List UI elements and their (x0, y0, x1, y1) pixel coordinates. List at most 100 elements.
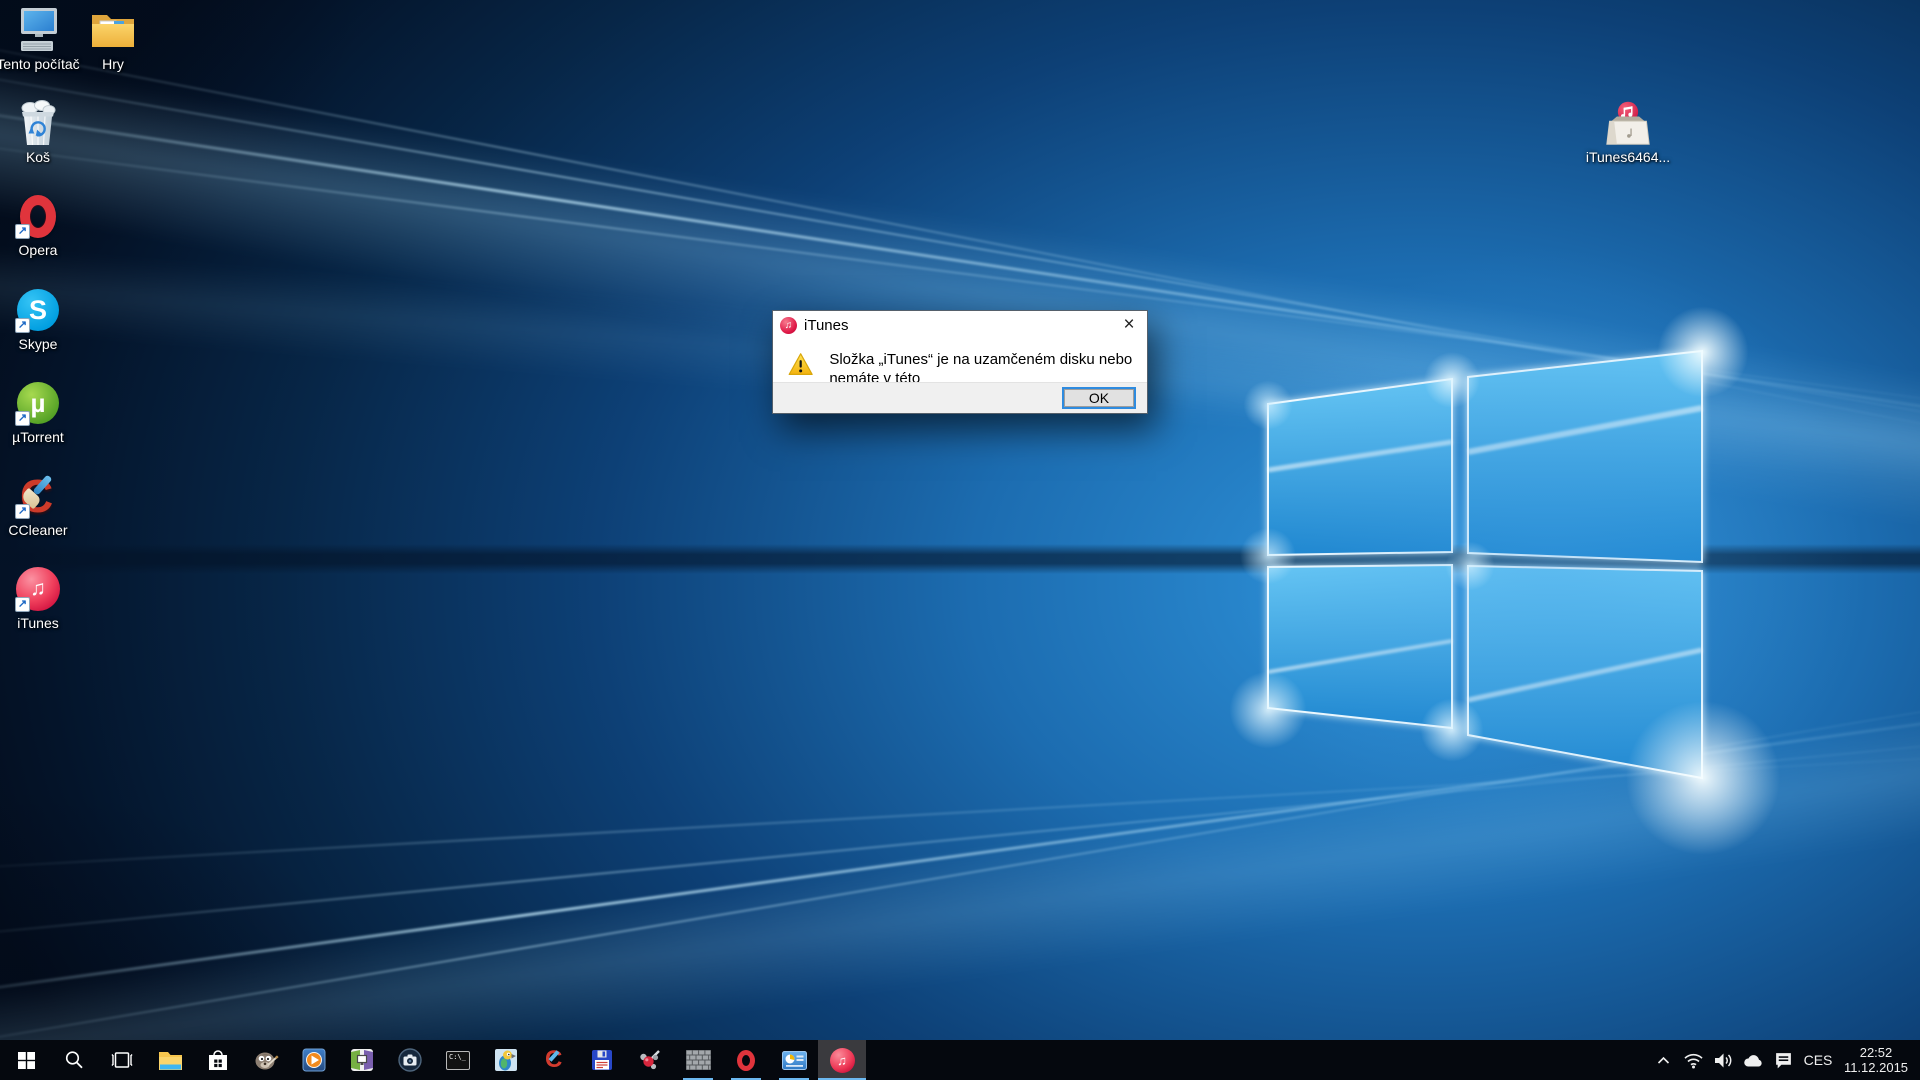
desktop-icon-opera[interactable]: ↗ Opera (0, 192, 76, 258)
glow-spot (1435, 531, 1505, 601)
itunes-icon: ♫ (830, 1048, 855, 1073)
shortcut-overlay-icon: ↗ (15, 318, 30, 333)
gimp-icon (253, 1048, 279, 1072)
irfanview-button[interactable] (482, 1040, 530, 1080)
desktop-icon-games[interactable]: Hry (75, 6, 151, 72)
file-explorer-icon (158, 1049, 183, 1071)
firewall-app-button[interactable] (674, 1040, 722, 1080)
tray-volume-button[interactable] (1710, 1040, 1736, 1080)
search-icon (64, 1050, 84, 1070)
desktop-icon-recycle-bin[interactable]: Koš (0, 99, 76, 165)
wifi-icon (1683, 1052, 1704, 1069)
desktop-icon-label: Hry (102, 56, 124, 72)
brick-wall-icon (686, 1050, 711, 1070)
desktop-icon-label: Skype (19, 336, 58, 352)
desktop-icon-itunes-installer[interactable]: iTunes6464... (1590, 99, 1666, 165)
itunes-title-icon: ♫ (780, 317, 797, 334)
desktop-icon-label: Opera (19, 242, 58, 258)
tray-onedrive-button[interactable] (1740, 1040, 1766, 1080)
ccleaner-icon: C ↗ (14, 472, 62, 520)
command-prompt-icon: C:\_ (446, 1051, 470, 1070)
utorrent-icon: µ ↗ (14, 379, 62, 427)
camera-icon (398, 1048, 422, 1072)
molecule-app-button[interactable] (626, 1040, 674, 1080)
shortcut-overlay-icon: ↗ (15, 597, 30, 612)
glow-spot (1213, 655, 1323, 765)
file-explorer-button[interactable] (146, 1040, 194, 1080)
dialog-titlebar[interactable]: ♫ iTunes × (773, 311, 1147, 339)
opera-icon: ↗ (14, 192, 62, 240)
task-view-icon (111, 1051, 133, 1069)
desktop-icon-label: iTunes6464... (1586, 149, 1670, 165)
capture-icon (350, 1048, 374, 1072)
recycle-bin-icon (14, 99, 62, 147)
start-button[interactable] (2, 1040, 50, 1080)
taskbar-clock[interactable]: 22:52 11.12.2015 (1840, 1045, 1912, 1075)
glow-spot (1638, 287, 1768, 417)
system-monitor-button[interactable] (770, 1040, 818, 1080)
store-icon (207, 1048, 229, 1072)
system-tray: CES 22:52 11.12.2015 (1650, 1040, 1920, 1080)
opera-taskbar-button[interactable] (722, 1040, 770, 1080)
wallpaper-dark-band (0, 544, 1920, 574)
windows-logo (1240, 330, 1720, 800)
action-center-button[interactable] (1770, 1040, 1796, 1080)
task-view-button[interactable] (98, 1040, 146, 1080)
shortcut-overlay-icon: ↗ (15, 411, 30, 426)
parrot-icon (494, 1048, 518, 1072)
dialog-footer: OK (773, 382, 1147, 413)
screenshot-app-button[interactable] (386, 1040, 434, 1080)
desktop-icon-itunes[interactable]: ♫ ↗ iTunes (0, 565, 76, 631)
desktop-icon-utorrent[interactable]: µ ↗ µTorrent (0, 379, 76, 445)
screen-capture-button[interactable] (338, 1040, 386, 1080)
close-button[interactable]: × (1111, 311, 1147, 339)
gimp-button[interactable] (242, 1040, 290, 1080)
shortcut-overlay-icon: ↗ (15, 504, 30, 519)
ccleaner-icon: C (542, 1048, 566, 1072)
installer-box-icon (1604, 99, 1652, 147)
itunes-icon: ♫ ↗ (14, 565, 62, 613)
language-indicator[interactable]: CES (1800, 1052, 1836, 1068)
light-beam (0, 679, 1920, 1080)
taskbar: C:\_ C (0, 1040, 1920, 1080)
desktop-icon-label: µTorrent (12, 429, 64, 445)
glow-spot (1233, 370, 1303, 440)
windows-logo-icon (18, 1052, 35, 1069)
close-icon: × (1123, 314, 1134, 336)
cloud-icon (1742, 1053, 1764, 1068)
media-player-button[interactable] (290, 1040, 338, 1080)
clock-date: 11.12.2015 (1840, 1060, 1912, 1075)
play-icon (302, 1048, 326, 1072)
desktop-icon-skype[interactable]: S ↗ Skype (0, 286, 76, 352)
total-commander-button[interactable] (578, 1040, 626, 1080)
molecule-icon (638, 1048, 662, 1072)
shortcut-overlay-icon: ↗ (15, 224, 30, 239)
desktop-icon-label: iTunes (17, 615, 59, 631)
command-prompt-button[interactable]: C:\_ (434, 1040, 482, 1080)
windows-store-button[interactable] (194, 1040, 242, 1080)
desktop-icon-label: Tento počítač (0, 56, 80, 72)
itunes-taskbar-button[interactable]: ♫ (818, 1040, 866, 1080)
glow-spot (1412, 340, 1492, 420)
desktop-icon-ccleaner[interactable]: C ↗ CCleaner (0, 472, 76, 538)
desktop-icon-label: Koš (26, 149, 50, 165)
ccleaner-taskbar-button[interactable]: C (530, 1040, 578, 1080)
tray-wifi-button[interactable] (1680, 1040, 1706, 1080)
light-ray (0, 722, 1920, 944)
speaker-icon (1713, 1052, 1734, 1069)
glow-spot (1407, 685, 1497, 775)
ok-button[interactable]: OK (1062, 387, 1136, 409)
action-center-icon (1774, 1051, 1793, 1070)
desktop-icon-label: CCleaner (8, 522, 67, 538)
light-ray (0, 744, 1920, 874)
light-ray (0, 690, 1920, 1005)
dialog-title: iTunes (804, 317, 848, 334)
system-panel-icon (782, 1051, 807, 1070)
tray-expand-button[interactable] (1650, 1040, 1676, 1080)
clock-time: 22:52 (1840, 1045, 1912, 1060)
this-pc-icon (14, 6, 62, 54)
glow-spot (1228, 516, 1308, 596)
search-button[interactable] (50, 1040, 98, 1080)
light-ray (0, 672, 1920, 1058)
desktop-icon-this-pc[interactable]: Tento počítač (0, 6, 76, 72)
